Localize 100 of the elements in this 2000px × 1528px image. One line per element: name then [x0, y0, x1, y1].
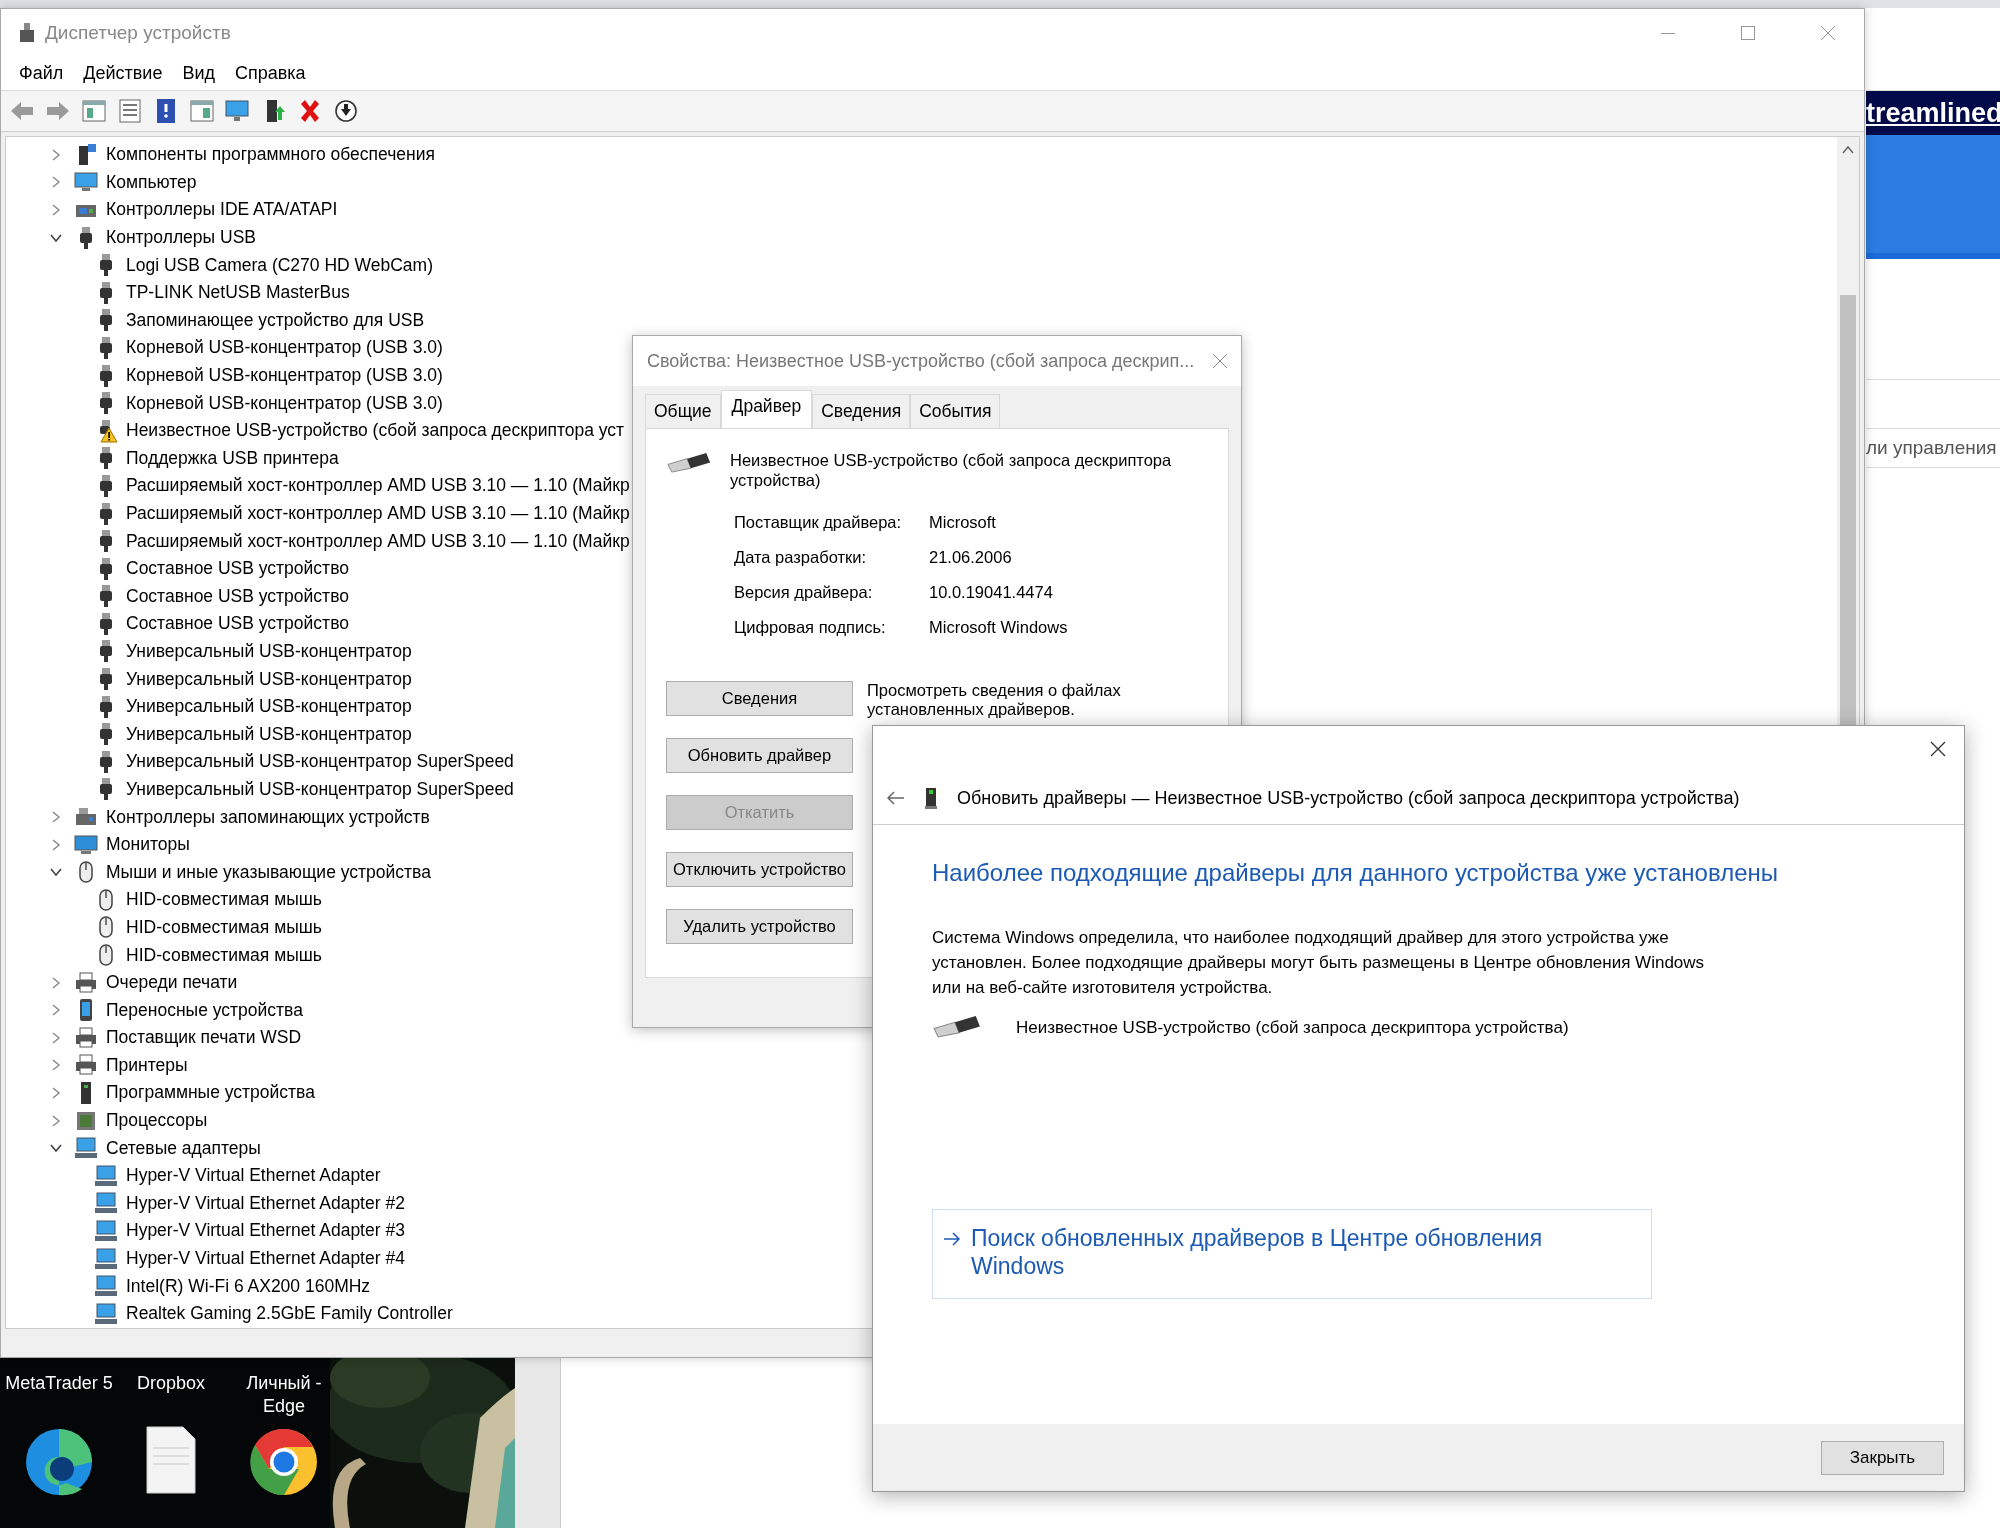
tree-item[interactable]: Составное USB устройство — [94, 611, 349, 636]
chevron-right-icon[interactable] — [50, 1031, 62, 1044]
network-adapter-icon — [94, 1274, 118, 1299]
tree-item[interactable]: Переносные устройства — [74, 998, 303, 1023]
tree-item[interactable]: Контроллеры USB — [74, 225, 256, 250]
menu-item[interactable]: Вид — [172, 62, 225, 84]
document-list-icon[interactable] — [117, 98, 143, 124]
tree-item[interactable]: Запоминающее устройство для USB — [94, 308, 425, 333]
tree-item[interactable]: Корневой USB-концентратор (USB 3.0) — [94, 391, 443, 416]
tree-item[interactable]: Hyper-V Virtual Ethernet Adapter #4 — [94, 1246, 405, 1271]
chevron-right-icon[interactable] — [50, 204, 62, 216]
dialog-title: Свойства: Неизвестное USB-устройство (сбой запроса дескрип... — [647, 350, 1195, 372]
field-label: Цифровая подпись: — [734, 617, 887, 637]
tree-item[interactable]: Logi USB Camera (C270 HD WebCam) — [94, 253, 433, 278]
tree-item[interactable]: Hyper-V Virtual Ethernet Adapter — [94, 1163, 381, 1188]
field-label: Дата разработки: — [734, 547, 868, 567]
tree-item[interactable]: Универсальный USB-концентратор — [94, 694, 412, 719]
tree-item[interactable]: HID-совместимая мышь — [94, 887, 322, 912]
tab[interactable]: Драйвер — [720, 390, 813, 428]
chevron-right-icon[interactable] — [50, 176, 62, 189]
tree-item[interactable]: Процессоры — [74, 1108, 208, 1133]
tree-item[interactable]: HID-совместимая мышь — [94, 915, 322, 940]
device-icon — [925, 787, 937, 809]
network-adapter-icon — [94, 1191, 118, 1216]
search-updates-link[interactable]: Поиск обновленных драйверов в Центре обновления Windows — [971, 1224, 1611, 1280]
tree-item[interactable]: Универсальный USB-концентратор — [94, 639, 412, 664]
field-value: 10.0.19041.4474 — [929, 582, 1054, 602]
tab[interactable]: Сведения — [812, 394, 911, 428]
tree-item[interactable]: Intel(R) Wi-Fi 6 AX200 160MHz — [94, 1274, 371, 1299]
field-value: 21.06.2006 — [929, 547, 1013, 567]
menu-item[interactable]: Файл — [9, 62, 74, 84]
tree-item[interactable]: Компоненты программного обеспечения — [74, 142, 435, 167]
chevron-right-icon[interactable] — [50, 1114, 62, 1127]
tree-item[interactable]: Поставщик печати WSD — [74, 1025, 302, 1050]
tree-item[interactable]: Корневой USB-концентратор (USB 3.0) — [94, 363, 443, 388]
chevron-down-icon[interactable] — [50, 1142, 62, 1155]
tree-item[interactable]: Составное USB устройство — [94, 584, 349, 609]
tree-item[interactable]: Универсальный USB-концентратор — [94, 667, 412, 692]
device-name: Неизвестное USB-устройство (сбой запроса дескриптора устройства) — [730, 451, 1173, 491]
tree-item[interactable]: Универсальный USB-концентратор — [94, 722, 412, 747]
network-adapter-icon — [94, 1163, 118, 1188]
tree-item[interactable]: Универсальный USB-концентратор SuperSpeed — [94, 749, 514, 774]
close-button[interactable]: Закрыть — [1821, 1440, 1944, 1475]
scroll-up-icon[interactable] — [1842, 145, 1854, 155]
chevron-right-icon[interactable] — [50, 976, 62, 989]
tree-item[interactable]: Realtek Gaming 2.5GbE Family Controller — [94, 1301, 453, 1326]
tree-item[interactable]: Расширяемый хост-контроллер AMD USB 3.10 — 1.10 (Майкр — [94, 501, 630, 526]
menu-item[interactable]: Действие — [73, 62, 173, 84]
field-label: Версия драйвера: — [734, 582, 874, 602]
back-arrow-icon[interactable] — [887, 791, 905, 805]
desktop-icon-label: MetaTrader 5 — [5, 1372, 113, 1395]
tree-item[interactable]: Контроллеры запоминающих устройств — [74, 805, 430, 830]
network-adapter-icon — [94, 1246, 118, 1271]
tree-item[interactable]: Мониторы — [74, 832, 190, 857]
desktop-icon-label: Личный - Edge — [246, 1372, 322, 1417]
chevron-right-icon[interactable] — [50, 838, 62, 851]
download-circle-icon[interactable] — [333, 98, 359, 124]
close-icon[interactable] — [1930, 741, 1946, 757]
window-view-icon[interactable] — [189, 98, 215, 124]
tree-item[interactable]: Сетевые адаптеры — [74, 1136, 261, 1161]
properties-window-icon[interactable] — [81, 98, 107, 124]
network-adapter-icon — [94, 1301, 118, 1326]
driver-button[interactable]: Отключить устройство — [666, 851, 853, 887]
monitor-scan-icon[interactable] — [225, 98, 251, 124]
tree-item[interactable]: Составное USB устройство — [94, 556, 349, 581]
chevron-right-icon[interactable] — [50, 811, 62, 824]
chevron-right-icon[interactable] — [50, 1087, 62, 1099]
banner-link[interactable]: treamlined — [1866, 97, 2000, 129]
chevron-right-icon[interactable] — [50, 148, 62, 161]
driver-button[interactable]: Сведения — [666, 680, 853, 716]
desktop-icon-label: Dropbox — [136, 1372, 205, 1395]
network-adapter-icon — [94, 1218, 118, 1243]
tree-item[interactable]: Hyper-V Virtual Ethernet Adapter #2 — [94, 1191, 405, 1216]
tab[interactable]: Общие — [645, 394, 721, 428]
tree-item[interactable]: HID-совместимая мышь — [94, 943, 322, 967]
tree-item[interactable]: Мыши и иные указывающие устройства — [74, 860, 431, 885]
message-text: Система Windows определила, что наиболее подходящий драйвер для этого устройства уже установлен. Более подходящие драйверы могут быть размещены в Центре обновления Windows или на веб-сайте изготовителя устройства. — [932, 927, 1706, 999]
tree-item[interactable]: Контроллеры IDE ATA/ATAPI — [74, 198, 338, 222]
tree-item[interactable]: Очереди печати — [74, 970, 238, 995]
tree-item[interactable]: Неизвестное USB-устройство (сбой запроса дескриптора уст — [94, 418, 625, 443]
chevron-down-icon[interactable] — [50, 866, 62, 879]
chevron-right-icon[interactable] — [50, 1004, 62, 1017]
tree-item[interactable]: Компьютер — [74, 170, 197, 195]
usb-cable-icon — [666, 451, 712, 474]
tree-item[interactable]: Расширяемый хост-контроллер AMD USB 3.10 — 1.10 (Майкр — [94, 529, 630, 554]
tree-item[interactable]: Поддержка USB принтера — [94, 446, 339, 471]
tree-item[interactable]: Программные устройства — [74, 1081, 315, 1105]
driver-button[interactable]: Обновить драйвер — [666, 737, 853, 773]
tree-item[interactable]: Универсальный USB-концентратор SuperSpeed — [94, 777, 514, 802]
tab[interactable]: События — [910, 394, 1001, 428]
document-icon[interactable] — [145, 1425, 197, 1495]
tree-item[interactable]: Принтеры — [74, 1053, 188, 1078]
tree-item[interactable]: Hyper-V Virtual Ethernet Adapter #3 — [94, 1218, 405, 1243]
tree-item[interactable]: TP-LINK NetUSB MasterBus — [94, 280, 350, 305]
tree-item[interactable]: Расширяемый хост-контроллер AMD USB 3.10 — 1.10 (Майкр — [94, 473, 630, 498]
tree-item[interactable]: Корневой USB-концентратор (USB 3.0) — [94, 335, 443, 360]
driver-button[interactable]: Удалить устройство — [666, 908, 853, 944]
maximize-icon[interactable] — [1741, 25, 1755, 40]
chevron-right-icon[interactable] — [50, 1059, 62, 1072]
menu-item[interactable]: Справка — [225, 62, 316, 84]
